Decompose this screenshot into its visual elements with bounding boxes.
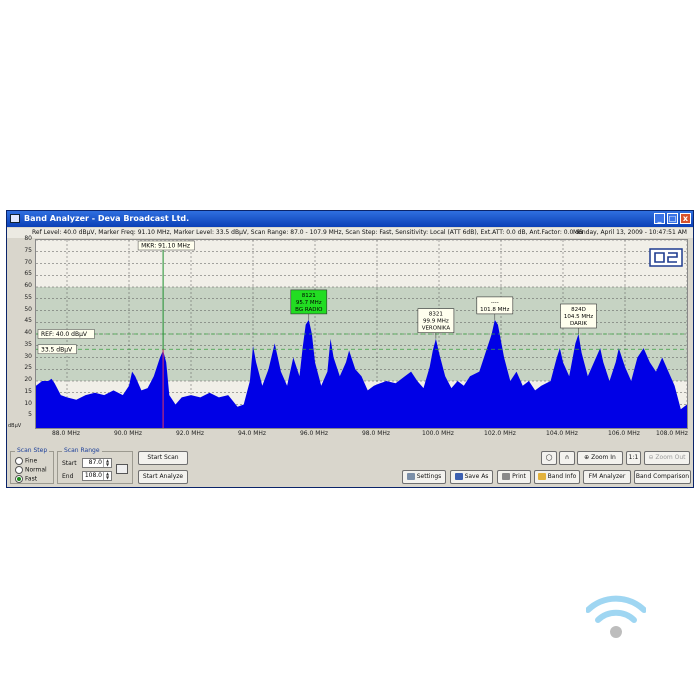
maximize-button[interactable]: □ (667, 213, 678, 224)
floppy-disk-icon (454, 473, 463, 480)
folder-icon (537, 473, 546, 480)
status-datetime: Monday, April 13, 2009 - 10:47:51 AM (573, 229, 687, 236)
scan-step-normal[interactable]: Normal (15, 466, 47, 474)
x-tick-label: 108.0 MHz (656, 430, 688, 437)
printer-icon (502, 473, 511, 480)
wifi-icon (586, 595, 646, 638)
scan-range-group: Scan Range Start 87.0 ▲ ▼ End 108.0 ▲ ▼ (57, 447, 133, 484)
start-scan-button[interactable]: Start Scan (138, 451, 188, 465)
svg-text:104.5 MHz: 104.5 MHz (564, 314, 593, 320)
scan-range-legend: Scan Range (62, 447, 102, 454)
range-preset-icon[interactable] (116, 464, 128, 474)
y-axis-unit: dBµV (8, 423, 22, 429)
y-tick-label: 45 (24, 317, 32, 325)
x-tick-label: 94.0 MHz (237, 430, 267, 437)
svg-text:95.7 MHz: 95.7 MHz (296, 300, 322, 306)
y-tick-label: 20 (24, 376, 32, 383)
end-label: End (62, 473, 74, 480)
zoom-out-button[interactable]: ⊖ Zoom Out (644, 451, 690, 465)
start-label: Start (62, 460, 77, 467)
spin-arrows-icon[interactable]: ▲ ▼ (103, 459, 111, 467)
y-tick-label: 70 (24, 258, 32, 266)
settings-button[interactable]: Settings (402, 470, 446, 484)
print-button[interactable]: Print (497, 470, 531, 484)
svg-text:8321: 8321 (429, 312, 443, 318)
status-info: Ref Level: 40.0 dBµV, Marker Freq: 91.10… (32, 229, 584, 236)
band-comparison-button[interactable]: Band Comparison (634, 470, 691, 484)
scan-step-legend: Scan Step (15, 447, 50, 454)
marker-label: MKR: 91.10 MHz (137, 240, 195, 251)
svg-text:33.5 dBµV: 33.5 dBµV (41, 346, 73, 353)
svg-text:VERONIKA: VERONIKA (422, 326, 451, 332)
zoom-in-button[interactable]: ⊕ Zoom In (577, 451, 623, 465)
svg-text:101.8 MHz: 101.8 MHz (480, 307, 509, 313)
x-tick-label: 104.0 MHz (546, 430, 578, 437)
close-button[interactable]: x (680, 213, 691, 224)
zoom-select-button[interactable]: ◯ (541, 451, 557, 465)
band-info-button[interactable]: Band Info (534, 470, 580, 484)
app-icon (10, 214, 20, 223)
fm-analyzer-button[interactable]: FM Analyzer (583, 470, 631, 484)
minimize-button[interactable]: _ (654, 213, 665, 224)
svg-text:99.9 MHz: 99.9 MHz (423, 319, 449, 325)
x-tick-label: 100.0 MHz (422, 430, 454, 437)
svg-text:MKR: 91.10 MHz: MKR: 91.10 MHz (141, 243, 190, 250)
svg-text:REF: 40.0 dBµV: REF: 40.0 dBµV (41, 331, 88, 338)
save-as-button[interactable]: Save As (450, 470, 493, 484)
y-tick-label: 65 (24, 270, 32, 278)
svg-text:----: ---- (491, 300, 499, 306)
x-axis-labels: 88.0 MHz 90.0 MHz 92.0 MHz 94.0 MHz 96.0 MHz… (35, 430, 688, 440)
y-tick-label: 55 (24, 293, 32, 301)
x-tick-label: 98.0 MHz (361, 430, 391, 437)
end-frequency-input[interactable]: 108.0 ▲ ▼ (82, 471, 112, 481)
radio-normal-icon[interactable] (15, 466, 23, 474)
radio-fine-icon[interactable] (15, 457, 23, 465)
y-tick-label: 50 (24, 305, 32, 313)
svg-text:8121: 8121 (302, 293, 316, 299)
x-tick-label: 106.0 MHz (608, 430, 640, 437)
y-tick-label: 75 (24, 246, 32, 254)
zoom-one-to-one-button[interactable]: 1:1 (626, 451, 641, 465)
curve-icon: ∩ (564, 454, 570, 461)
y-tick-label: 5 (28, 411, 32, 419)
deva-logo (649, 248, 683, 267)
marker-level-label: 33.5 dBµV (37, 344, 77, 355)
y-tick-label: 25 (24, 364, 32, 372)
title-bar[interactable]: Band Analyzer - Deva Broadcast Ltd. _ □ … (7, 211, 693, 227)
x-tick-label: 96.0 MHz (299, 430, 329, 437)
spin-arrows-icon[interactable]: ▲ ▼ (103, 472, 111, 480)
band-analyzer-window: Band Analyzer - Deva Broadcast Ltd. _ □ … (6, 210, 694, 488)
settings-icon (406, 473, 415, 480)
scan-step-fast[interactable]: Fast (15, 475, 37, 483)
svg-text:BG RADIO: BG RADIO (295, 307, 323, 313)
y-tick-label: 30 (24, 352, 32, 360)
spectrum-chart[interactable]: MKR: 91.10 MHz REF: 40.0 dBµV 33.5 dBµV 812… (36, 240, 687, 428)
spectrum-plot[interactable]: MKR: 91.10 MHz REF: 40.0 dBµV 33.5 dBµV 812… (35, 239, 688, 429)
zoom-curve-button[interactable]: ∩ (559, 451, 575, 465)
radio-fast-icon[interactable] (15, 475, 23, 483)
scan-step-group: Scan Step Fine Normal Fast (10, 447, 54, 484)
start-analyze-button[interactable]: Start Analyze (138, 470, 188, 484)
y-tick-label: 40 (24, 329, 32, 336)
x-tick-label: 88.0 MHz (51, 430, 81, 437)
y-axis-labels: 5 10 15 20 25 30 35 40 45 50 55 60 65 70 75 80 (7, 235, 34, 444)
ref-level-label: REF: 40.0 dBµV (37, 329, 95, 339)
status-line: Ref Level: 40.0 dBµV, Marker Freq: 91.10… (7, 228, 693, 238)
y-tick-label: 10 (24, 399, 32, 407)
x-tick-label: 92.0 MHz (175, 430, 205, 437)
x-tick-label: 90.0 MHz (113, 430, 143, 437)
scan-step-fine[interactable]: Fine (15, 457, 37, 465)
y-tick-label: 35 (24, 340, 32, 348)
svg-text:824D: 824D (571, 307, 586, 313)
window-title: Band Analyzer - Deva Broadcast Ltd. (24, 214, 190, 223)
y-tick-label: 60 (24, 282, 32, 289)
lasso-icon: ◯ (545, 454, 553, 461)
start-frequency-input[interactable]: 87.0 ▲ ▼ (82, 458, 112, 468)
y-tick-label: 15 (24, 387, 32, 395)
x-tick-label: 102.0 MHz (484, 430, 516, 437)
y-tick-label: 80 (24, 235, 32, 242)
svg-text:DARIK: DARIK (570, 321, 587, 327)
